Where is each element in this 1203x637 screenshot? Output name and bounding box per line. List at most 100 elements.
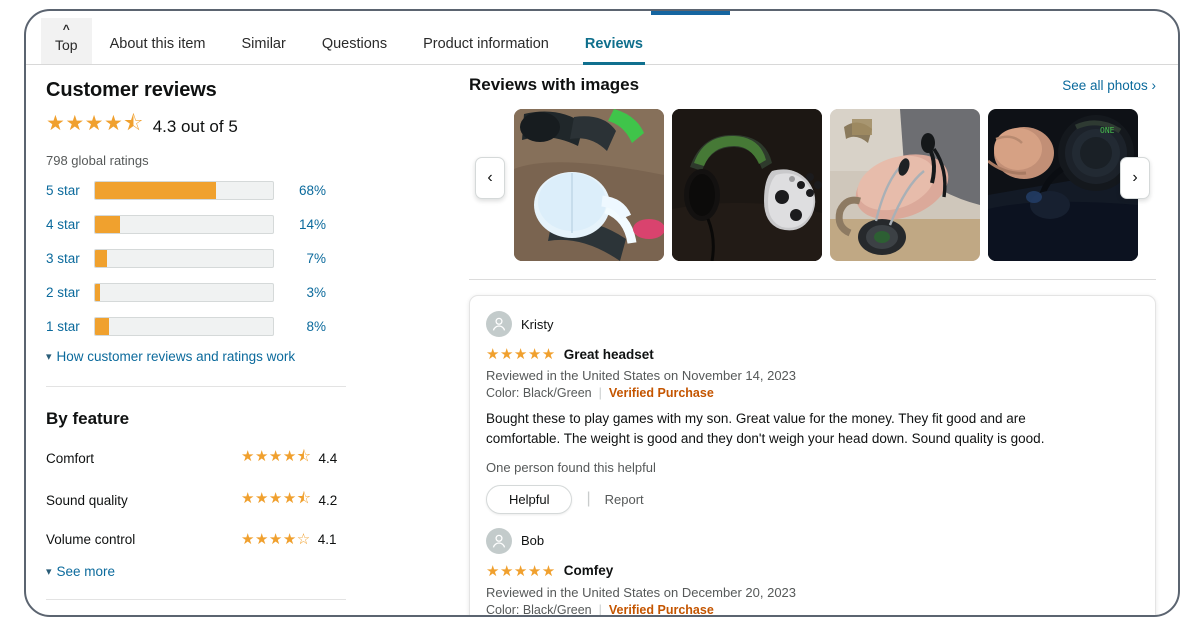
divider <box>46 599 346 600</box>
review-meta: Reviewed in the United States on Decembe… <box>486 584 797 600</box>
carousel-next-arrow-icon[interactable]: › <box>1120 157 1150 199</box>
review-image-thumbnail-2[interactable] <box>672 109 822 261</box>
thumbnail-image-2 <box>672 109 822 261</box>
rating-bar-row-3[interactable]: 3 star 7% <box>46 247 366 269</box>
separator: | <box>586 490 591 508</box>
rating-bar-track[interactable] <box>94 316 274 336</box>
tab-reviews[interactable]: Reviews <box>567 35 661 65</box>
review-color-label[interactable]: Color: Black/Green <box>486 386 592 400</box>
see-more-features-link[interactable]: ▾ See more <box>46 564 366 579</box>
tab-about-this-item[interactable]: About this item <box>92 35 224 65</box>
see-more-label: See more <box>56 564 116 579</box>
reviewer-name: Kristy <box>521 316 554 332</box>
feature-row-sound-quality: Sound quality ★★★★⯪ 4.2 <box>46 488 366 513</box>
review-meta: Reviewed in the United States on Novembe… <box>486 368 797 383</box>
rating-bar-row-1[interactable]: 1 star 8% <box>46 315 366 337</box>
review-item-bob: Bob ★★★★★ Comfey Reviewed in the United … <box>486 527 1139 615</box>
rating-bar-fill <box>95 283 101 301</box>
carousel-prev-arrow-icon[interactable]: ‹ <box>475 157 505 199</box>
rating-bar-label[interactable]: 2 star <box>46 285 94 300</box>
rating-bar-fill <box>95 181 217 199</box>
rating-bar-percent[interactable]: 8% <box>274 319 326 334</box>
helpful-button[interactable]: Helpful <box>486 484 573 514</box>
tab-label: Questions <box>321 35 388 52</box>
svg-text:ONE: ONE <box>1100 126 1115 135</box>
how-reviews-work-link[interactable]: ▾ How customer reviews and ratings work <box>46 349 366 364</box>
chevron-down-icon: ▾ <box>46 566 52 578</box>
rating-bar-label[interactable]: 5 star <box>46 183 94 198</box>
rating-bar-percent[interactable]: 14% <box>274 217 326 232</box>
reviewer-row[interactable]: Bob <box>486 527 1139 554</box>
section-tab-bar: ^ Top About this item Similar Questions … <box>26 13 1178 65</box>
rating-bar-track[interactable] <box>94 180 274 200</box>
review-image-thumbnail-4[interactable]: ONE <box>988 109 1138 261</box>
tab-label: Reviews <box>584 35 643 52</box>
review-color-label[interactable]: Color: Black/Green <box>486 603 592 615</box>
feature-name: Sound quality <box>46 493 128 508</box>
tab-similar[interactable]: Similar <box>224 35 304 65</box>
reviewer-name: Bob <box>521 533 545 549</box>
tab-top-label: Top <box>55 37 78 53</box>
browser-window-frame: ^ Top About this item Similar Questions … <box>24 9 1180 617</box>
rating-bar-label[interactable]: 3 star <box>46 251 94 266</box>
tab-label: Similar <box>241 35 286 52</box>
see-all-photos-link[interactable]: See all photos › <box>1062 78 1156 93</box>
rating-bar-row-4[interactable]: 4 star 14% <box>46 213 366 235</box>
report-link[interactable]: Report <box>605 492 644 507</box>
thumbnail-image-3 <box>830 109 980 261</box>
verified-purchase-badge[interactable]: Verified Purchase <box>609 603 714 615</box>
overall-stars-icon: ★★★★⯪ <box>46 112 144 135</box>
rating-bar-row-2[interactable]: 2 star 3% <box>46 281 366 303</box>
avatar <box>486 527 512 554</box>
rating-bar-track[interactable] <box>94 282 274 302</box>
rating-bar-fill <box>95 317 110 335</box>
feature-stars-icon: ★★★★⯪ <box>241 490 312 507</box>
feature-row-comfort: Comfort ★★★★⯪ 4.4 <box>46 446 366 471</box>
review-stars-icon: ★★★★★ <box>486 562 556 580</box>
feature-value: 4.2 <box>318 493 338 508</box>
chevron-down-icon: ▾ <box>46 351 52 363</box>
rating-histogram: 5 star 68% 4 star 14% 3 star 7% 2 star 3… <box>46 179 366 337</box>
review-title: Great headset <box>563 346 654 362</box>
chevron-right-icon: › <box>1132 169 1138 186</box>
chevron-up-icon: ^ <box>62 22 70 36</box>
review-title-row[interactable]: ★★★★★ Great headset <box>486 345 1139 363</box>
left-column-cutoff-text: Reviews with images <box>46 616 366 617</box>
tab-product-information[interactable]: Product information <box>405 36 567 65</box>
feature-name: Volume control <box>46 531 136 547</box>
avatar <box>486 311 512 337</box>
rating-bar-fill <box>95 215 120 233</box>
tab-label: About this item <box>109 35 206 52</box>
reviewer-row[interactable]: Kristy <box>486 311 1139 337</box>
feature-value: 4.1 <box>317 531 337 547</box>
tab-top[interactable]: ^ Top <box>41 18 92 64</box>
review-image-thumbnail-1[interactable] <box>514 109 664 261</box>
review-item-kristy: Kristy ★★★★★ Great headset Reviewed in t… <box>486 311 1139 514</box>
divider <box>469 279 1156 280</box>
thumbnail-image-4: ONE <box>988 109 1138 261</box>
feature-value: 4.4 <box>318 451 338 466</box>
rating-bar-percent[interactable]: 7% <box>274 251 326 266</box>
carousel-thumbnails: ONE <box>514 109 1138 261</box>
tab-questions[interactable]: Questions <box>304 35 405 65</box>
feature-row-volume-control: Volume control ★★★★☆ 4.1 <box>46 530 366 548</box>
rating-bar-label[interactable]: 4 star <box>46 217 94 232</box>
reviews-with-images-heading: Reviews with images <box>469 75 640 94</box>
customer-reviews-panel: Customer reviews ★★★★⯪ 4.3 out of 5 798 … <box>46 79 366 617</box>
by-feature-heading: By feature <box>46 409 130 428</box>
person-icon <box>492 317 506 331</box>
rating-bar-percent[interactable]: 3% <box>274 285 326 300</box>
overall-rating-text: 4.3 out of 5 <box>152 116 238 136</box>
rating-bar-row-5[interactable]: 5 star 68% <box>46 179 366 201</box>
feature-name: Comfort <box>46 451 95 466</box>
how-reviews-work-label: How customer reviews and ratings work <box>56 349 296 364</box>
verified-purchase-badge[interactable]: Verified Purchase <box>609 386 714 400</box>
review-title-row[interactable]: ★★★★★ Comfey <box>486 562 1139 580</box>
rating-bar-track[interactable] <box>94 214 274 234</box>
rating-bar-label[interactable]: 1 star <box>46 319 94 334</box>
review-image-thumbnail-3[interactable] <box>830 109 980 261</box>
rating-bar-track[interactable] <box>94 248 274 268</box>
image-carousel: ‹ ONE › <box>469 109 1156 261</box>
rating-bar-percent[interactable]: 68% <box>274 183 326 198</box>
chevron-left-icon: ‹ <box>487 169 493 186</box>
